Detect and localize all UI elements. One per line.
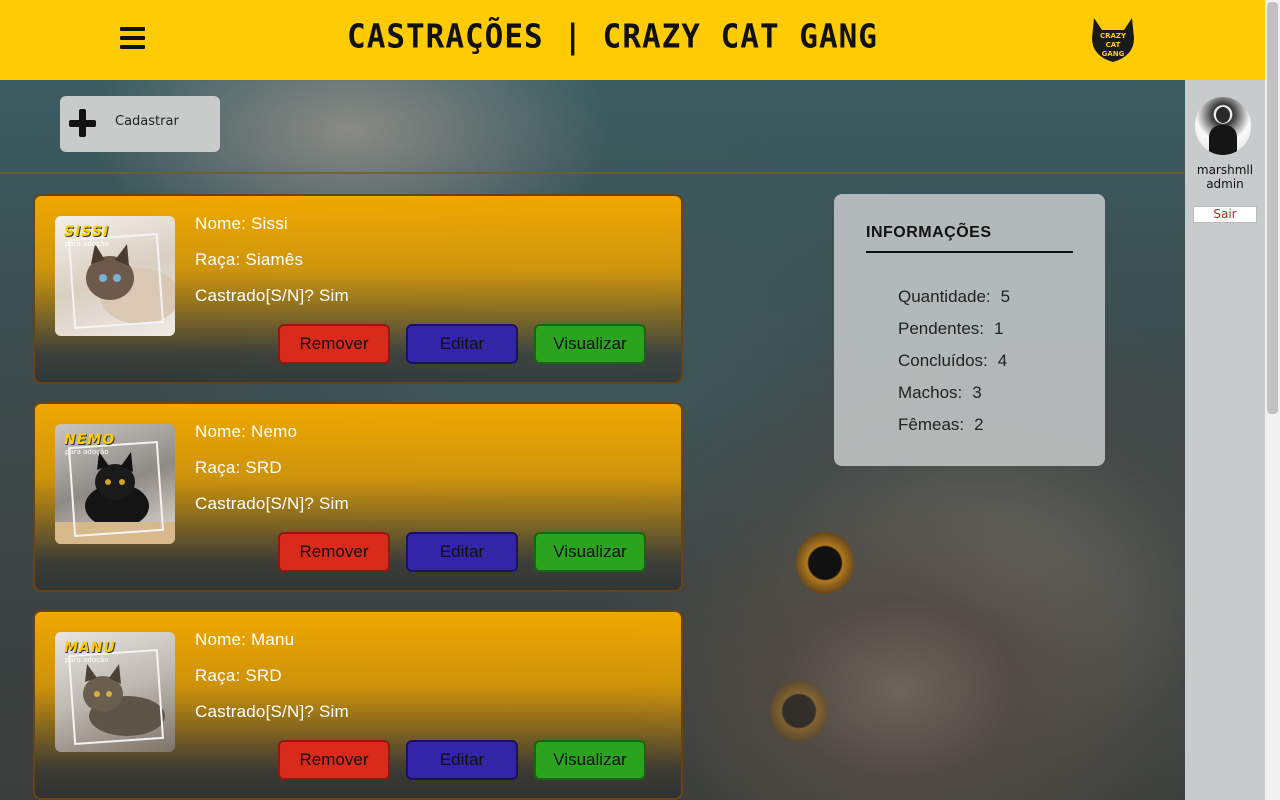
info-row-females: Fêmeas: 2 — [898, 415, 984, 435]
crazy-cat-gang-logo-icon: CRAZY CAT GANG — [1092, 18, 1134, 62]
cat-photo: NEMO para adoção — [55, 424, 175, 544]
cat-eye-decoration — [796, 532, 854, 594]
cat-eye-decoration — [770, 680, 828, 742]
info-value: 3 — [972, 383, 982, 402]
edit-button[interactable]: Editar — [406, 532, 518, 572]
photo-label: MANU — [64, 640, 116, 656]
info-divider — [866, 251, 1073, 253]
view-button[interactable]: Visualizar — [534, 324, 646, 364]
cat-castrated: Castrado[S/N]? Sim — [195, 702, 349, 721]
cat-photo: SISSI para adoção — [55, 216, 175, 336]
info-value: 2 — [974, 415, 984, 434]
info-label: Quantidade: — [898, 287, 991, 306]
edit-button[interactable]: Editar — [406, 324, 518, 364]
top-header: CASTRAÇÕES | CRAZY CAT GANG CRAZY CAT GA… — [0, 0, 1265, 80]
info-value: 1 — [994, 319, 1004, 338]
edit-button[interactable]: Editar — [406, 740, 518, 780]
svg-text:GANG: GANG — [1102, 50, 1125, 58]
scrollbar-thumb[interactable] — [1267, 2, 1278, 414]
info-value: 4 — [997, 351, 1008, 370]
photo-label: SISSI — [64, 224, 110, 240]
remove-button[interactable]: Remover — [278, 324, 390, 364]
cat-breed: Raça: SRD — [195, 666, 282, 685]
cat-breed: Raça: Siamês — [195, 250, 304, 269]
view-button[interactable]: Visualizar — [534, 740, 646, 780]
cat-breed: Raça: SRD — [195, 458, 282, 477]
cat-photo: MANU para adoção — [55, 632, 175, 752]
page-title: CASTRAÇÕES | CRAZY CAT GANG — [347, 18, 878, 56]
info-row-quantity: Quantidade: 5 — [898, 287, 1010, 307]
avatar[interactable] — [1195, 97, 1251, 155]
logout-button[interactable]: Sair — [1193, 206, 1257, 223]
photo-sublabel: para adoção — [65, 240, 109, 248]
cat-name: Nome: Sissi — [195, 214, 288, 233]
info-label: Concluídos: — [898, 351, 988, 370]
remove-button[interactable]: Remover — [278, 740, 390, 780]
cat-name: Nome: Manu — [195, 630, 295, 649]
cat-card: SISSI para adoção Nome: Sissi Raça: Siam… — [33, 194, 683, 384]
remove-button[interactable]: Remover — [278, 532, 390, 572]
username: marshmll — [1196, 163, 1254, 177]
cat-name: Nome: Nemo — [195, 422, 298, 441]
info-value: 5 — [1000, 287, 1011, 306]
cat-card: MANU para adoção Nome: Manu Raça: SRD Ca… — [33, 610, 683, 800]
photo-label: NEMO — [64, 432, 116, 448]
info-label: Pendentes: — [898, 319, 985, 338]
svg-text:CRAZY: CRAZY — [1100, 32, 1127, 40]
cat-castrated: Castrado[S/N]? Sim — [195, 286, 349, 305]
view-button[interactable]: Visualizar — [534, 532, 646, 572]
info-title: INFORMAÇÕES — [866, 224, 992, 241]
divider — [0, 172, 1185, 174]
info-row-males: Machos: 3 — [898, 383, 982, 403]
svg-text:CAT: CAT — [1106, 41, 1121, 49]
info-panel: INFORMAÇÕES Quantidade: 5 Pendentes: 1 Con… — [834, 194, 1105, 466]
cat-card: NEMO para adoção Nome: Nemo Raça: SRD Ca… — [33, 402, 683, 592]
register-button-label[interactable]: Cadastrar — [115, 114, 179, 129]
user-role: admin — [1206, 177, 1244, 191]
photo-sublabel: para adoção — [65, 448, 109, 456]
info-row-pending: Pendentes: 1 — [898, 319, 1003, 339]
photo-sublabel: para adoção — [65, 656, 109, 664]
avatar-body — [1209, 125, 1237, 155]
info-label: Machos: — [898, 383, 963, 402]
cat-castrated: Castrado[S/N]? Sim — [195, 494, 349, 513]
avatar-head — [1216, 107, 1230, 123]
info-row-completed: Concluídos: 4 — [898, 351, 1007, 371]
info-label: Fêmeas: — [898, 415, 965, 434]
plus-icon — [69, 120, 96, 127]
